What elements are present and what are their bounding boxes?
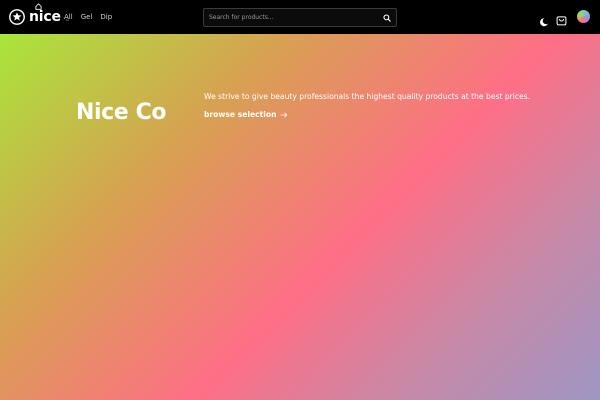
- arrow-right-icon: [280, 112, 287, 118]
- nav-link-gel[interactable]: Gel: [81, 11, 93, 23]
- moon-icon: [540, 18, 548, 27]
- page: nice co All Gel Dip Search for products.…: [0, 0, 600, 400]
- flower-badge-icon: [9, 9, 25, 25]
- brand-home-link[interactable]: nice co: [9, 3, 69, 26]
- hero-banner: Nice Co We strive to give beauty profess…: [0, 34, 600, 400]
- nav-link-all[interactable]: All: [64, 11, 73, 23]
- top-navigation-bar: nice co All Gel Dip: [0, 0, 600, 34]
- search-input[interactable]: [204, 9, 378, 26]
- house-icon: [35, 3, 42, 10]
- search-icon: [383, 13, 391, 22]
- theme-toggle-button[interactable]: [540, 12, 550, 27]
- search-form: [203, 8, 397, 27]
- user-avatar-button[interactable]: [577, 10, 590, 23]
- browse-selection-label: browse selection: [204, 110, 277, 119]
- search-button[interactable]: [378, 9, 396, 26]
- brand-wordmark: nice: [29, 3, 61, 25]
- cart-button[interactable]: [556, 11, 567, 26]
- category-nav: All Gel Dip: [64, 11, 112, 23]
- brand-name: nice: [29, 9, 61, 25]
- shopping-bag-icon: [556, 16, 567, 26]
- hero-title: Nice Co: [76, 100, 167, 125]
- nav-link-dip[interactable]: Dip: [100, 11, 112, 23]
- hero-tagline: We strive to give beauty professionals t…: [204, 92, 531, 101]
- browse-selection-link[interactable]: browse selection: [204, 110, 288, 120]
